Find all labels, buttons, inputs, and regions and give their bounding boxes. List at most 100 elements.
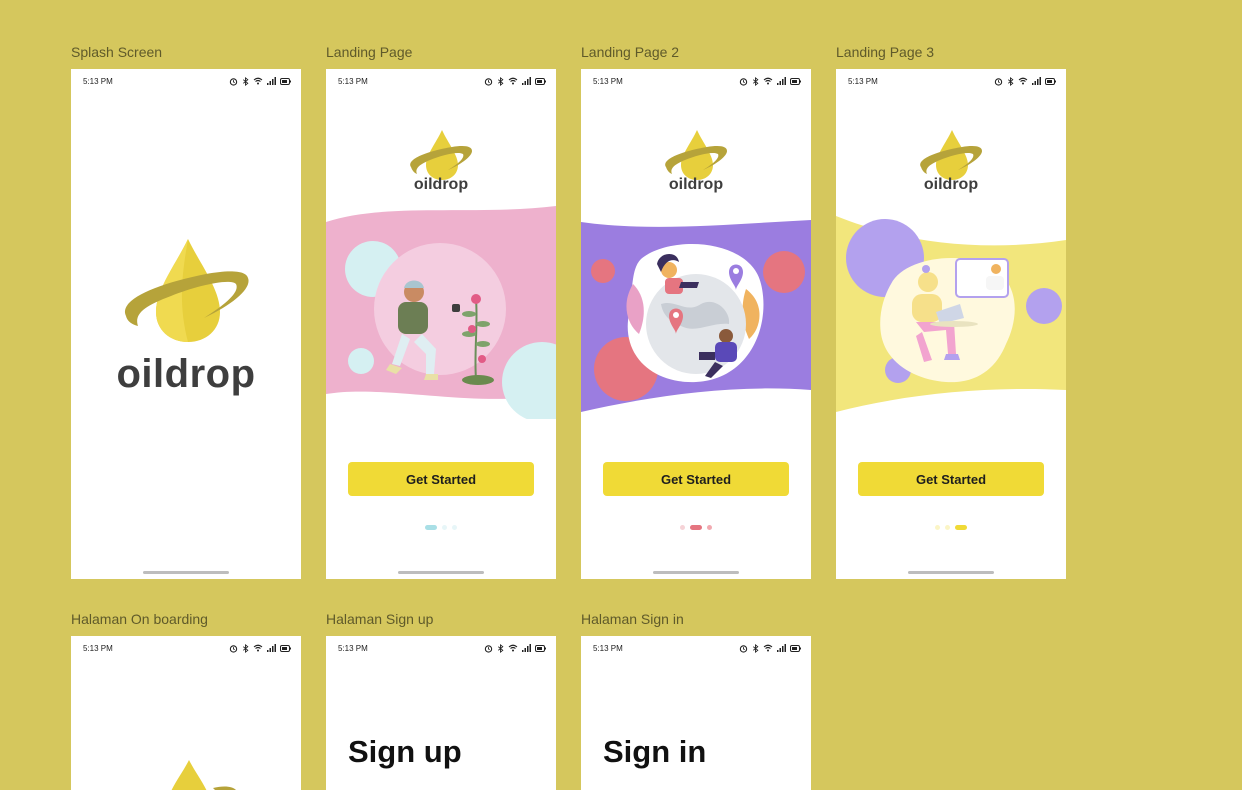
page-dot-3[interactable] <box>955 525 967 530</box>
oildrop-logo-icon <box>171 760 236 790</box>
bluetooth-icon <box>242 643 249 653</box>
page-dot-2[interactable] <box>442 525 447 530</box>
status-bar: 5:13 PM <box>71 69 301 95</box>
page-dot-1[interactable] <box>935 525 940 530</box>
alarm-icon <box>994 77 1003 86</box>
get-started-button[interactable]: Get Started <box>348 462 534 496</box>
status-time: 5:13 PM <box>338 77 368 86</box>
alarm-icon <box>229 644 238 653</box>
wifi-icon <box>763 644 773 652</box>
battery-icon <box>280 77 291 85</box>
status-icons <box>229 643 291 653</box>
alarm-icon <box>739 644 748 653</box>
frame-label-landing-3: Landing Page 3 <box>836 44 935 60</box>
get-started-button[interactable]: Get Started <box>603 462 789 496</box>
wifi-icon <box>508 77 518 85</box>
signal-icon <box>267 644 276 652</box>
landing-page-2-frame[interactable]: 5:13 PM oildrop Get Started <box>581 69 811 579</box>
home-indicator <box>398 571 484 574</box>
status-time: 5:13 PM <box>83 77 113 86</box>
signup-frame[interactable]: 5:13 PM Sign up <box>326 636 556 790</box>
wifi-icon <box>763 77 773 85</box>
status-icons <box>229 76 291 86</box>
pagination-dots <box>326 525 556 530</box>
status-bar: 5:13 PM <box>836 69 1066 95</box>
bluetooth-icon <box>752 643 759 653</box>
page-dot-1[interactable] <box>425 525 437 530</box>
frame-label-onboarding: Halaman On boarding <box>71 611 208 627</box>
alarm-icon <box>484 77 493 86</box>
signal-icon <box>522 644 531 652</box>
page-dot-3[interactable] <box>452 525 457 530</box>
landing-illustration-3 <box>836 216 1066 412</box>
page-dot-2[interactable] <box>690 525 702 530</box>
frame-label-landing-2: Landing Page 2 <box>581 44 680 60</box>
status-bar: 5:13 PM <box>71 636 301 662</box>
home-indicator <box>653 571 739 574</box>
battery-icon <box>790 77 801 85</box>
signin-title: Sign in <box>603 734 707 769</box>
home-indicator <box>908 571 994 574</box>
pagination-dots <box>836 525 1066 530</box>
wifi-icon <box>508 644 518 652</box>
signal-icon <box>522 77 531 85</box>
status-time: 5:13 PM <box>593 644 623 653</box>
pagination-dots <box>581 525 811 530</box>
status-time: 5:13 PM <box>593 77 623 86</box>
bluetooth-icon <box>1007 76 1014 86</box>
alarm-icon <box>229 77 238 86</box>
frame-label-landing-1: Landing Page <box>326 44 413 60</box>
signin-frame[interactable]: 5:13 PM Sign in <box>581 636 811 790</box>
battery-icon <box>1045 77 1056 85</box>
status-icons <box>484 643 546 653</box>
alarm-icon <box>739 77 748 86</box>
page-dot-3[interactable] <box>707 525 712 530</box>
landing-page-3-frame[interactable]: 5:13 PM oildrop Get Started <box>836 69 1066 579</box>
signal-icon <box>267 77 276 85</box>
brand-wordmark: oildrop <box>923 176 979 193</box>
status-bar: 5:13 PM <box>326 636 556 662</box>
oildrop-logo-icon <box>124 239 249 342</box>
brand-wordmark: oildrop <box>413 176 469 193</box>
get-started-button[interactable]: Get Started <box>858 462 1044 496</box>
status-icons <box>739 643 801 653</box>
splash-screen-frame[interactable]: 5:13 PM oildrop <box>71 69 301 579</box>
battery-icon <box>790 644 801 652</box>
wifi-icon <box>253 644 263 652</box>
bluetooth-icon <box>242 76 249 86</box>
status-bar: 5:13 PM <box>326 69 556 95</box>
status-time: 5:13 PM <box>83 644 113 653</box>
status-icons <box>739 76 801 86</box>
frame-label-signin: Halaman Sign in <box>581 611 684 627</box>
status-time: 5:13 PM <box>338 644 368 653</box>
page-dot-1[interactable] <box>680 525 685 530</box>
page-dot-2[interactable] <box>945 525 950 530</box>
status-icons <box>484 76 546 86</box>
home-indicator <box>143 571 229 574</box>
signal-icon <box>777 644 786 652</box>
alarm-icon <box>484 644 493 653</box>
wifi-icon <box>253 77 263 85</box>
onboarding-frame[interactable]: 5:13 PM <box>71 636 301 790</box>
status-bar: 5:13 PM <box>581 636 811 662</box>
landing-page-1-frame[interactable]: 5:13 PM oildrop Get Started <box>326 69 556 579</box>
battery-icon <box>535 77 546 85</box>
frame-label-splash: Splash Screen <box>71 44 163 60</box>
frame-label-signup: Halaman Sign up <box>326 611 434 627</box>
status-bar: 5:13 PM <box>581 69 811 95</box>
landing-illustration-1 <box>326 206 556 419</box>
brand-wordmark: oildrop <box>668 176 724 193</box>
bluetooth-icon <box>752 76 759 86</box>
status-time: 5:13 PM <box>848 77 878 86</box>
battery-icon <box>280 644 291 652</box>
splash-wordmark: oildrop <box>116 352 256 396</box>
landing-illustration-2 <box>581 220 811 412</box>
bluetooth-icon <box>497 643 504 653</box>
wifi-icon <box>1018 77 1028 85</box>
status-icons <box>994 76 1056 86</box>
bluetooth-icon <box>497 76 504 86</box>
battery-icon <box>535 644 546 652</box>
signup-title: Sign up <box>348 734 462 769</box>
signal-icon <box>777 77 786 85</box>
signal-icon <box>1032 77 1041 85</box>
